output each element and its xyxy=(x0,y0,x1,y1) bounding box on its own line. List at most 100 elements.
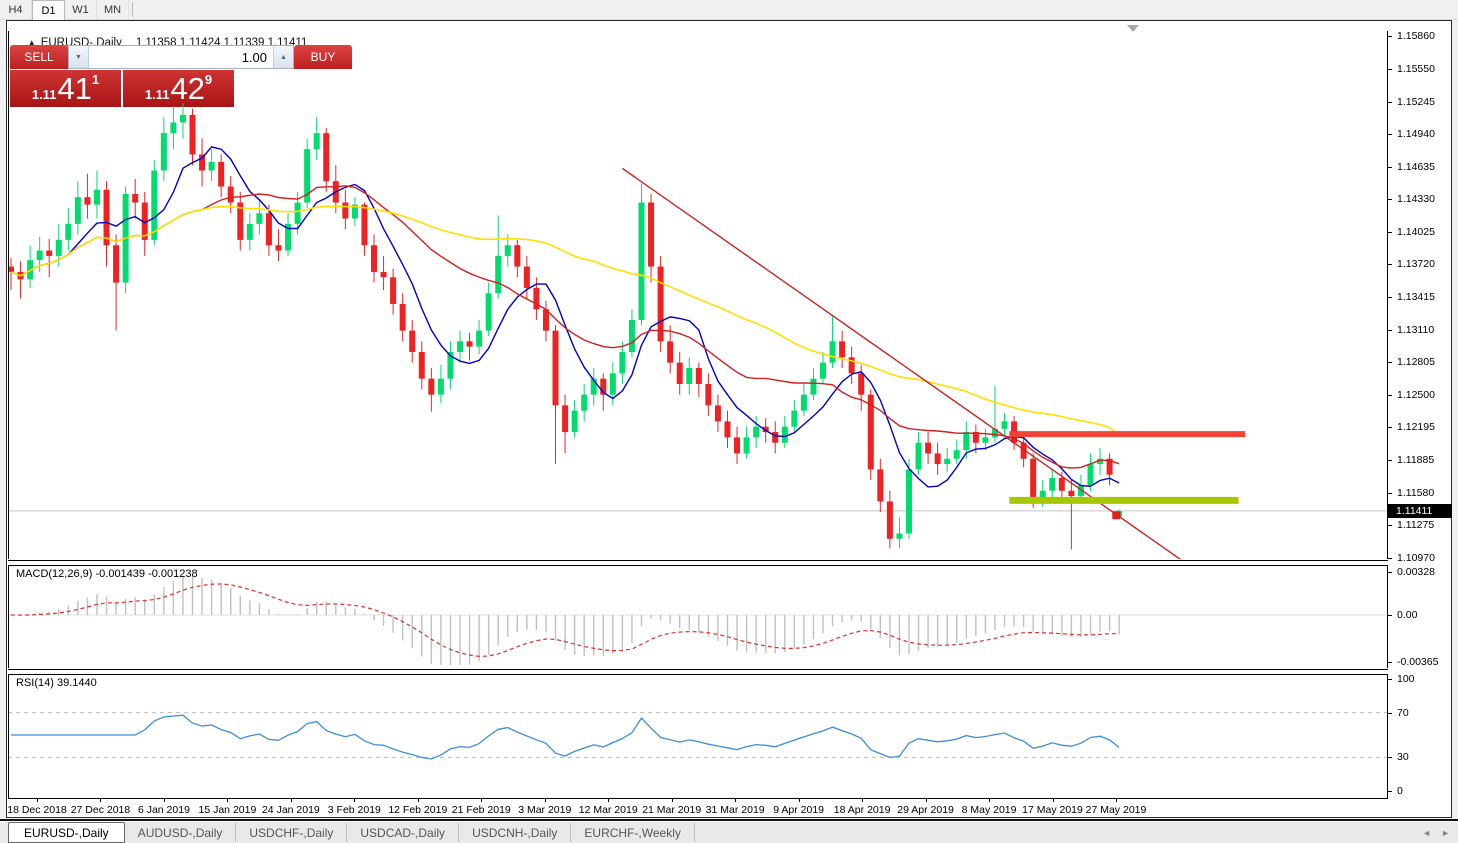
chart-tab-usdcnh-daily[interactable]: USDCNH-,Daily xyxy=(459,823,571,842)
candle-body xyxy=(791,411,797,427)
chart-window[interactable]: ▲EURUSD-,Daily1.11358 1.11424 1.11339 1.… xyxy=(6,20,1452,818)
candle-body xyxy=(619,352,625,373)
timeframe-button-D1[interactable]: D1 xyxy=(32,0,65,20)
date-axis-label: 17 May 2019 xyxy=(1022,804,1083,816)
timeframe-button-MN[interactable]: MN xyxy=(97,0,129,19)
price-axis-tick-label: 1.15550 xyxy=(1397,63,1435,75)
candle-body xyxy=(925,443,931,454)
macd-values: -0.001439 -0.001238 xyxy=(95,568,197,580)
candle-body xyxy=(457,341,463,352)
candle-body xyxy=(677,363,683,384)
date-axis-label: 21 Feb 2019 xyxy=(452,804,511,816)
candle-body xyxy=(132,194,138,203)
candle-body xyxy=(256,213,262,224)
date-axis-tick-mark xyxy=(672,799,673,802)
candle-body xyxy=(686,368,692,384)
candle-body xyxy=(371,245,377,272)
candle-body xyxy=(524,267,530,288)
price-axis-tick-label: 1.11580 xyxy=(1397,487,1434,499)
price-axis-column[interactable]: 1.158601.155501.152451.149401.146351.143… xyxy=(1388,21,1451,817)
price-axis-tick-label: 1.12500 xyxy=(1397,389,1435,401)
candle-body xyxy=(830,341,836,362)
candle-body xyxy=(314,133,320,149)
candle-body xyxy=(514,245,520,266)
price-axis-tick-label: 1.14025 xyxy=(1397,226,1435,238)
date-axis-label: 12 Feb 2019 xyxy=(388,804,447,816)
main-candlestick-chart[interactable] xyxy=(8,31,1388,559)
date-axis-tick-mark xyxy=(989,799,990,802)
candle-body xyxy=(667,341,673,362)
candle-body xyxy=(1030,459,1036,500)
candle-body xyxy=(37,251,43,261)
price-axis-tick-label: 1.12195 xyxy=(1397,421,1435,433)
candle-body xyxy=(495,256,501,293)
price-axis-tick-label: 1.15245 xyxy=(1397,96,1435,108)
price-axis-tick-mark xyxy=(1388,69,1392,70)
price-axis-tick-mark xyxy=(1388,134,1392,135)
date-axis-tick-mark xyxy=(354,799,355,802)
candle-body xyxy=(610,373,616,394)
candle-body xyxy=(1049,478,1055,491)
date-axis-label: 21 Mar 2019 xyxy=(642,804,701,816)
rsi-axis-tick-label: 0 xyxy=(1397,785,1403,797)
chart-shift-marker-icon[interactable] xyxy=(1127,25,1139,32)
candle-body xyxy=(113,245,119,282)
price-axis-tick-mark xyxy=(1388,427,1392,428)
rsi-line xyxy=(11,715,1119,759)
price-axis-tick-mark xyxy=(1388,232,1392,233)
price-axis-tick-label: 1.13110 xyxy=(1397,324,1434,336)
candle-body xyxy=(887,501,893,538)
date-axis-tick-mark xyxy=(164,799,165,802)
candle-body xyxy=(104,190,110,246)
rsi-axis-tick-label: 30 xyxy=(1397,751,1409,763)
date-axis-label: 18 Dec 2018 xyxy=(7,804,67,816)
price-axis-tick-mark xyxy=(1388,167,1392,168)
timeframe-button-W1[interactable]: W1 xyxy=(65,0,97,19)
chart-tab-usdcad-daily[interactable]: USDCAD-,Daily xyxy=(347,823,459,842)
candle-body xyxy=(629,320,635,352)
candle-body xyxy=(954,450,960,459)
date-axis-tick-mark xyxy=(1053,799,1054,802)
candle-body xyxy=(218,162,224,187)
candle-body xyxy=(705,384,711,405)
candle-body xyxy=(734,437,740,453)
candle-body xyxy=(1002,421,1008,428)
price-axis-tick-mark xyxy=(1388,493,1392,494)
chart-tab-bar: EURUSD-,DailyAUDUSD-,DailyUSDCHF-,DailyU… xyxy=(0,821,1458,843)
date-axis-tick-mark xyxy=(418,799,419,802)
candle-body xyxy=(228,187,234,203)
candle-body xyxy=(820,363,826,379)
candle-body xyxy=(390,277,396,304)
timeframe-button-H4[interactable]: H4 xyxy=(0,0,32,19)
chart-tab-eurchf-weekly[interactable]: EURCHF-,Weekly xyxy=(571,823,694,842)
candle-body xyxy=(247,224,253,240)
tab-scroll-left-icon[interactable]: ◄ xyxy=(1422,828,1431,838)
price-axis-tick-label: 1.10970 xyxy=(1397,552,1435,564)
macd-indicator-panel[interactable] xyxy=(8,566,1388,668)
rsi-indicator-panel[interactable] xyxy=(8,675,1388,799)
date-axis-tick-mark xyxy=(481,799,482,802)
price-axis-tick-label: 1.15860 xyxy=(1397,30,1435,42)
candle-body xyxy=(342,203,348,219)
price-axis-tick-label: 1.13415 xyxy=(1397,291,1435,303)
candle-body xyxy=(1087,464,1093,485)
candle-body xyxy=(1068,491,1074,496)
date-axis-tick-mark xyxy=(291,799,292,802)
price-axis-tick-label: 1.11275 xyxy=(1397,519,1434,531)
candle-body xyxy=(906,469,912,533)
chart-tab-usdchf-daily[interactable]: USDCHF-,Daily xyxy=(236,823,347,842)
candle-body xyxy=(419,352,425,379)
macd-axis-tick-mark xyxy=(1388,615,1392,616)
tab-scroll-arrows: ◄► xyxy=(1422,828,1458,838)
date-axis-label: 6 Jan 2019 xyxy=(138,804,190,816)
rsi-axis-tick-label: 100 xyxy=(1397,673,1415,685)
tab-scroll-right-icon[interactable]: ► xyxy=(1441,828,1450,838)
chart-tab-audusd-daily[interactable]: AUDUSD-,Daily xyxy=(125,823,237,842)
candle-body xyxy=(199,154,205,170)
candle-body xyxy=(266,213,272,245)
price-axis-tick-label: 1.14330 xyxy=(1397,193,1435,205)
date-axis-label: 27 May 2019 xyxy=(1086,804,1147,816)
chart-tab-eurusd-daily[interactable]: EURUSD-,Daily xyxy=(8,822,125,843)
trade-marker[interactable] xyxy=(1112,511,1120,519)
date-axis-label: 12 Mar 2019 xyxy=(579,804,638,816)
